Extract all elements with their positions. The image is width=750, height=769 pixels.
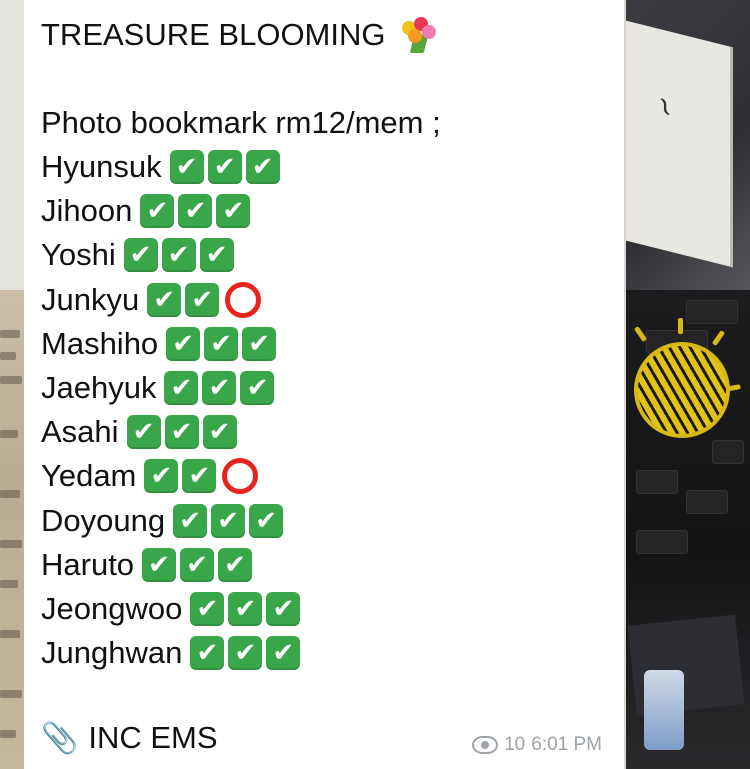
member-row: Jaehyuk ✔ ✔ ✔ [41, 366, 275, 410]
message-meta: 10 6:01 PM [472, 734, 602, 756]
member-status-icons: ✔ ✔ ✔ [173, 503, 284, 538]
checkmark-icon: ✔ [126, 415, 161, 450]
checkmark-icon: ✔ [249, 503, 284, 538]
member-status-icons: ✔ ✔ ✔ [169, 150, 280, 184]
checkmark-icon: ✔ [178, 194, 213, 229]
checkmark-icon: ✔ [123, 238, 158, 273]
member-status-icons: ✔ ✔ ✔ [123, 238, 234, 273]
member-row: Jeongwoo ✔ ✔ ✔ [41, 587, 301, 631]
member-status-icons: ✔ ✔ ✔ [140, 194, 251, 229]
member-name: Asahi [41, 414, 119, 450]
member-name: Jaehyuk [41, 370, 157, 405]
member-status-icons: ✔ ✔ ✔ [126, 415, 237, 450]
checkmark-icon: ✔ [147, 282, 182, 317]
background-photo-book [0, 290, 24, 769]
checkmark-icon: ✔ [202, 371, 237, 405]
checkmark-icon: ✔ [142, 547, 177, 582]
checkmark-icon: ✔ [240, 371, 275, 405]
checkmark-icon: ✔ [204, 326, 239, 361]
checkmark-icon: ✔ [218, 547, 253, 582]
member-name: Mashiho [41, 325, 159, 361]
checkmark-icon: ✔ [180, 547, 215, 582]
member-status-icons: ✔ ✔ ✔ [142, 547, 253, 582]
member-status-icons: ✔ ✔ ✔ [164, 371, 275, 405]
member-name: Hyunsuk [41, 149, 162, 184]
member-name: Yedam [41, 458, 137, 494]
paperclip-icon: 📎 [41, 720, 79, 756]
bouquet-icon [396, 17, 436, 53]
checkmark-icon: ✔ [202, 415, 237, 450]
checkmark-icon: ✔ [199, 238, 234, 273]
member-row: Asahi ✔ ✔ ✔ [41, 410, 237, 454]
message-time: 6:01 PM [531, 734, 602, 755]
checkmark-icon: ✔ [164, 415, 199, 450]
member-row: Yedam ✔ ✔ [41, 454, 260, 498]
member-name: Doyoung [41, 502, 166, 538]
checkmark-icon: ✔ [242, 326, 277, 361]
checkmark-icon: ✔ [182, 459, 217, 494]
member-row: Mashiho ✔ ✔ ✔ [41, 322, 277, 366]
message-subtitle: Photo bookmark rm12/mem ; [41, 105, 441, 140]
member-status-icons: ✔ ✔ ✔ [190, 636, 301, 671]
member-row: Jihoon ✔ ✔ ✔ [41, 189, 251, 233]
view-count: 10 [504, 734, 526, 755]
checkmark-icon: ✔ [211, 503, 246, 538]
background-photo-left-top [0, 0, 24, 290]
background-photo-keyboard [626, 290, 750, 769]
member-status-icons: ✔ ✔ ✔ [190, 592, 301, 626]
message-title: TREASURE BLOOMING [41, 17, 386, 52]
checkmark-icon: ✔ [245, 150, 280, 184]
member-name: Jeongwoo [41, 591, 183, 626]
member-row: Junghwan ✔ ✔ ✔ [41, 631, 301, 675]
sun-doodle [634, 342, 730, 438]
checkmark-icon: ✔ [185, 282, 220, 317]
member-status-icons: ✔ ✔ [147, 281, 263, 318]
checkmark-icon: ✔ [190, 592, 225, 626]
member-name: Jihoon [41, 193, 133, 229]
background-photo-notebook: ~ [626, 0, 750, 290]
checkmark-icon: ✔ [169, 150, 204, 184]
checkmark-icon: ✔ [140, 194, 175, 229]
member-row: Hyunsuk ✔ ✔ ✔ [41, 145, 280, 189]
member-row: Yoshi ✔ ✔ ✔ [41, 233, 234, 277]
message-bubble: TREASURE BLOOMING Photo bookmark rm12/me… [24, 0, 624, 769]
eye-icon [472, 736, 499, 754]
checkmark-icon: ✔ [207, 150, 242, 184]
member-row: Junkyu ✔ ✔ [41, 278, 263, 322]
checkmark-icon: ✔ [266, 636, 301, 671]
member-status-icons: ✔ ✔ [144, 458, 260, 495]
red-circle-icon [222, 458, 259, 495]
footer-text: INC EMS [88, 720, 218, 755]
checkmark-icon: ✔ [216, 194, 251, 229]
member-name: Haruto [41, 546, 135, 582]
member-row: Doyoung ✔ ✔ ✔ [41, 499, 284, 543]
checkmark-icon: ✔ [164, 371, 199, 405]
footer-link[interactable]: 📎 INC EMS [41, 716, 218, 760]
checkmark-icon: ✔ [228, 592, 263, 626]
member-name: Yoshi [41, 237, 116, 273]
checkmark-icon: ✔ [190, 636, 225, 671]
checkmark-icon: ✔ [266, 592, 301, 626]
member-row: Haruto ✔ ✔ ✔ [41, 543, 253, 587]
checkmark-icon: ✔ [161, 238, 196, 273]
member-status-icons: ✔ ✔ ✔ [166, 326, 277, 361]
member-name: Junghwan [41, 635, 183, 671]
checkmark-icon: ✔ [228, 636, 263, 671]
red-circle-icon [225, 281, 262, 318]
checkmark-icon: ✔ [144, 459, 179, 494]
member-name: Junkyu [41, 281, 140, 317]
message-title-line: TREASURE BLOOMING [41, 13, 436, 57]
checkmark-icon: ✔ [166, 326, 201, 361]
checkmark-icon: ✔ [173, 503, 208, 538]
